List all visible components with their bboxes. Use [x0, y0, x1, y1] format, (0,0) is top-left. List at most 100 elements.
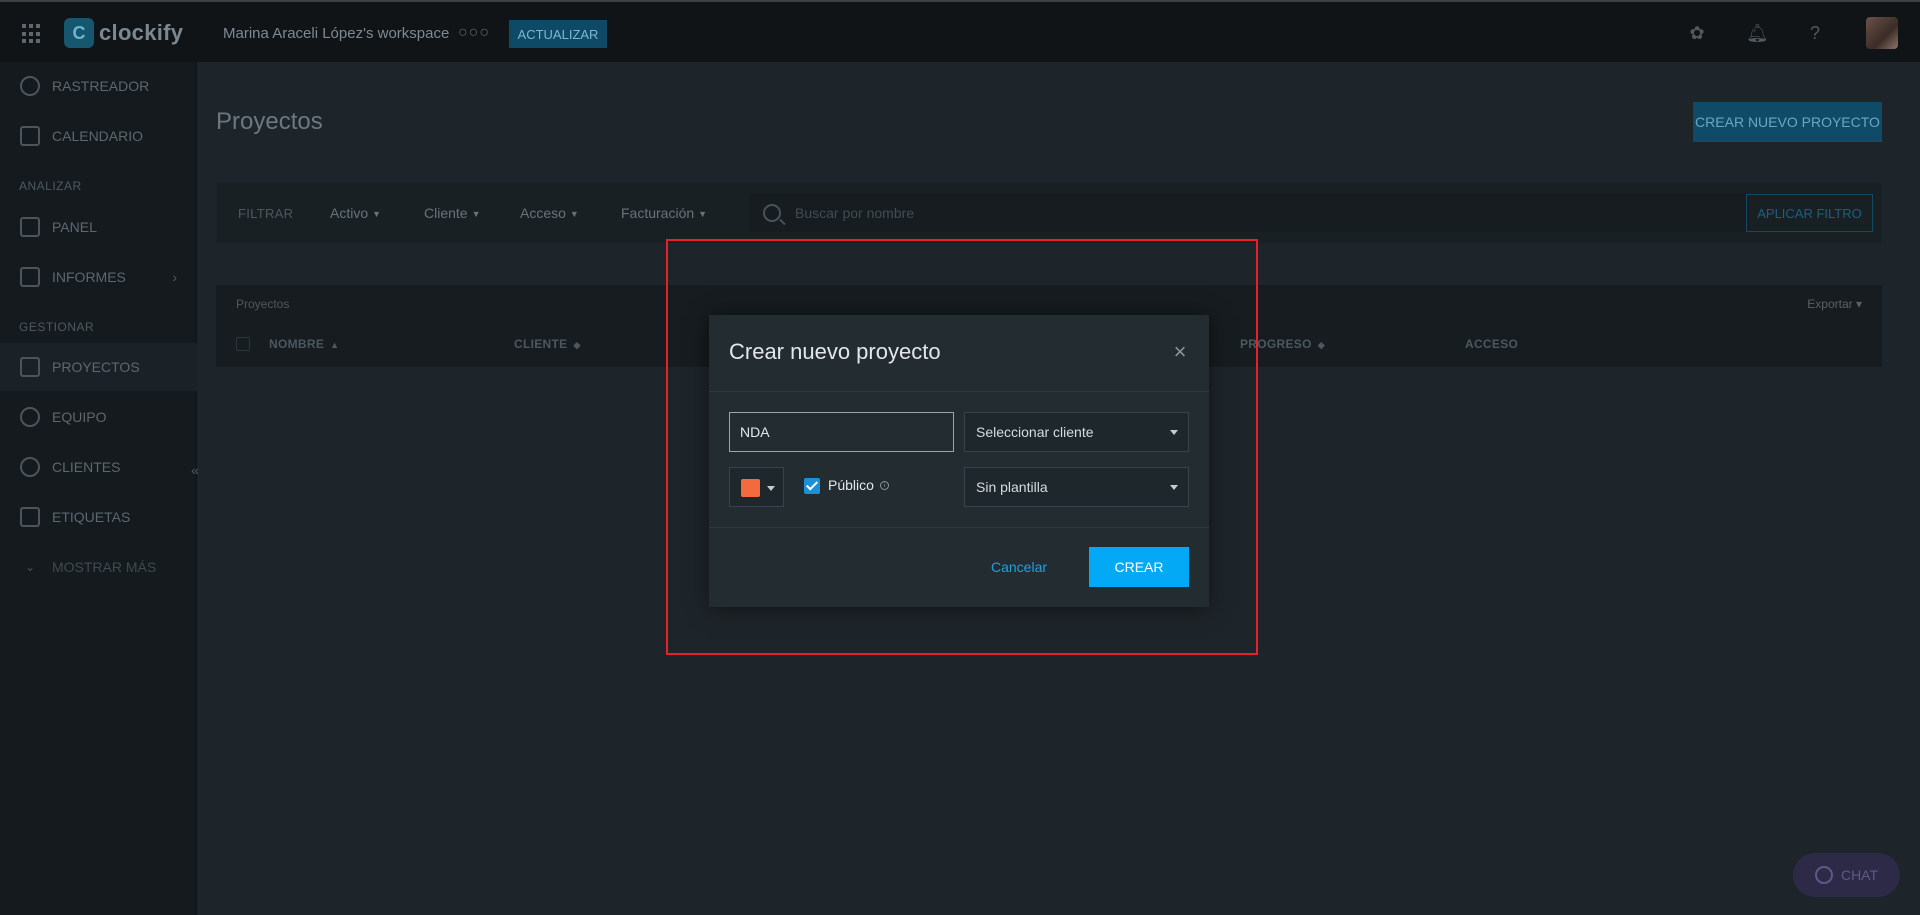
filter-bar: FILTRAR Activo ▼ Cliente ▼ Acceso ▼ Factura…: [216, 182, 1882, 244]
dashboard-icon: [20, 217, 40, 237]
bell-icon[interactable]: 🔔︎: [1746, 23, 1769, 43]
filter-active-dropdown[interactable]: Activo ▼: [330, 205, 381, 221]
cancel-button[interactable]: Cancelar: [979, 547, 1059, 587]
section-analyze: ANALIZAR: [19, 179, 82, 193]
sort-icon: ▲: [330, 340, 340, 350]
select-all-checkbox[interactable]: [236, 337, 250, 351]
sidebar-item-label: MOSTRAR MÁS: [52, 559, 157, 575]
team-icon: [20, 407, 40, 427]
caret-down-icon: ▼: [698, 209, 708, 220]
clockify-logo-icon: C: [64, 18, 94, 48]
apps-grid-icon[interactable]: [22, 24, 42, 44]
filter-client-dropdown[interactable]: Cliente ▼: [424, 205, 481, 221]
section-manage: GESTIONAR: [19, 320, 95, 334]
client-select-label: Seleccionar cliente: [976, 424, 1094, 440]
search-box: [749, 194, 1749, 232]
sidebar-item-tags[interactable]: ETIQUETAS: [0, 493, 197, 541]
search-input[interactable]: [795, 205, 1695, 221]
column-name[interactable]: NOMBRE ▲: [269, 337, 339, 351]
search-icon: [763, 204, 781, 222]
dropdown-label: Activo: [330, 205, 369, 221]
brand-name: clockify: [99, 20, 184, 45]
extension-icon[interactable]: ✿: [1687, 23, 1707, 43]
chevron-right-icon: ›: [172, 269, 177, 285]
column-label: ACCESO: [1465, 337, 1519, 351]
sidebar-item-label: CALENDARIO: [52, 128, 144, 144]
app: C clockify Marina Araceli López's worksp…: [0, 0, 1920, 915]
sidebar-item-reports[interactable]: INFORMES ›: [0, 253, 197, 301]
sidebar-item-label: INFORMES: [52, 269, 126, 285]
calendar-icon: [20, 126, 40, 146]
color-picker[interactable]: [729, 467, 784, 507]
public-label: Público: [828, 477, 874, 493]
dropdown-label: Cliente: [424, 205, 468, 221]
caret-down-icon: ▼: [471, 209, 481, 220]
sidebar-item-calendar[interactable]: CALENDARIO: [0, 112, 197, 160]
sidebar-item-label: EQUIPO: [52, 409, 107, 425]
collapse-sidebar-icon[interactable]: «: [187, 462, 203, 482]
column-client[interactable]: CLIENTE ◆: [514, 337, 581, 351]
document-icon: [20, 357, 40, 377]
create-new-project-button[interactable]: CREAR NUEVO PROYECTO: [1693, 102, 1882, 142]
table-caption: Proyectos: [236, 297, 290, 311]
column-label: NOMBRE: [269, 337, 325, 351]
sidebar-item-clients[interactable]: CLIENTES: [0, 443, 197, 491]
sort-icon: ◆: [1317, 340, 1325, 350]
color-swatch: [741, 479, 760, 497]
sidebar-item-label: CLIENTES: [52, 459, 121, 475]
sidebar-item-projects[interactable]: PROYECTOS: [0, 343, 197, 391]
create-project-modal: Crear nuevo proyecto × Seleccionar clien…: [709, 315, 1209, 607]
filter-billing-dropdown[interactable]: Facturación ▼: [621, 205, 707, 221]
export-dropdown[interactable]: Exportar ▾: [1807, 297, 1862, 311]
sidebar-item-show-more[interactable]: ⌄ MOSTRAR MÁS: [0, 543, 197, 591]
modal-title: Crear nuevo proyecto: [729, 339, 941, 364]
sidebar-item-team[interactable]: EQUIPO: [0, 393, 197, 441]
create-button[interactable]: CREAR: [1089, 547, 1189, 587]
dropdown-label: Acceso: [520, 205, 566, 221]
top-bar: C clockify Marina Araceli López's worksp…: [0, 0, 1920, 62]
help-icon[interactable]: ?: [1805, 23, 1825, 43]
sidebar-item-dashboard[interactable]: PANEL: [0, 203, 197, 251]
filter-label: FILTRAR: [238, 206, 294, 221]
public-checkbox[interactable]: [804, 478, 820, 494]
workspace-name[interactable]: Marina Araceli López's workspace: [223, 25, 449, 42]
user-icon: [20, 457, 40, 477]
tag-icon: [20, 507, 40, 527]
modal-divider: [709, 527, 1209, 528]
sidebar-item-label: PROYECTOS: [52, 359, 140, 375]
sidebar-item-label: ETIQUETAS: [52, 509, 131, 525]
upgrade-button[interactable]: ACTUALIZAR: [509, 20, 607, 48]
caret-down-icon: ▼: [372, 209, 382, 220]
sidebar-item-tracker[interactable]: RASTREADOR: [0, 62, 197, 110]
dropdown-label: Facturación: [621, 205, 695, 221]
close-icon[interactable]: ×: [1170, 341, 1190, 363]
template-select[interactable]: Sin plantilla: [964, 467, 1189, 507]
caret-down-icon: ▼: [569, 209, 579, 220]
apply-filter-button[interactable]: APLICAR FILTRO: [1746, 194, 1873, 232]
more-options-icon[interactable]: ○○○: [458, 24, 490, 42]
clockify-logo[interactable]: C clockify: [64, 18, 183, 48]
page-title: Proyectos: [216, 108, 323, 135]
project-name-input[interactable]: [729, 412, 954, 452]
info-icon[interactable]: i: [880, 481, 889, 490]
caret-down-icon: [767, 486, 775, 491]
avatar[interactable]: [1866, 17, 1898, 49]
chat-label: CHAT: [1840, 867, 1879, 883]
clock-icon: [20, 76, 40, 96]
column-label: CLIENTE: [514, 337, 568, 351]
filter-access-dropdown[interactable]: Acceso ▼: [520, 205, 579, 221]
client-select[interactable]: Seleccionar cliente: [964, 412, 1189, 452]
caret-down-icon: [1170, 430, 1178, 435]
sidebar-item-label: PANEL: [52, 219, 97, 235]
chat-bubble-icon: [1814, 866, 1833, 884]
chevron-down-icon: ⌄: [24, 560, 36, 574]
sidebar: RASTREADOR CALENDARIO ANALIZAR PANEL INF…: [0, 62, 197, 915]
caret-down-icon: [1170, 485, 1178, 490]
sidebar-item-label: RASTREADOR: [52, 78, 150, 94]
template-select-label: Sin plantilla: [976, 479, 1048, 495]
chat-button[interactable]: CHAT: [1793, 853, 1900, 897]
sort-icon: ◆: [573, 340, 581, 350]
bar-chart-icon: [20, 267, 40, 287]
column-access: ACCESO: [1465, 337, 1518, 351]
modal-header: Crear nuevo proyecto ×: [709, 315, 1209, 392]
